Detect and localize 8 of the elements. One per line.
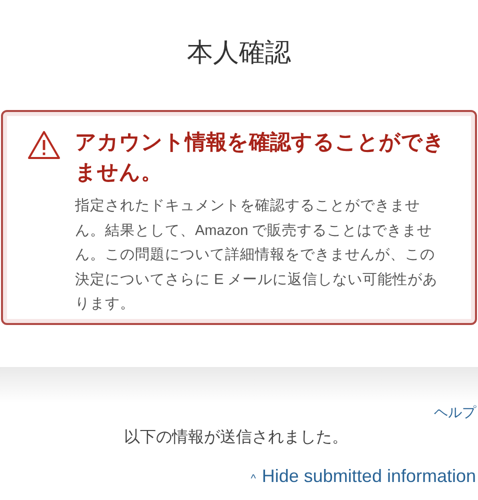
alert-message: 指定されたドキュメントを確認することができません。結果として、Amazon で販売することはできません。この問題について詳細情報をできませんが、この決定についてさらに E メールに返信しない可能性があります。 xyxy=(75,196,439,314)
caret-icon: ^ xyxy=(250,471,256,488)
alert-heading: アカウント情報を確認することができません。 xyxy=(75,130,446,186)
help-link[interactable]: ヘルプ xyxy=(434,403,476,421)
page-title: 本人確認 xyxy=(186,36,292,69)
hide-info-link[interactable]: Hide submitted information xyxy=(262,465,476,487)
warning-icon xyxy=(27,130,61,160)
submitted-note: 以下の情報が送信されました。 xyxy=(123,428,349,448)
